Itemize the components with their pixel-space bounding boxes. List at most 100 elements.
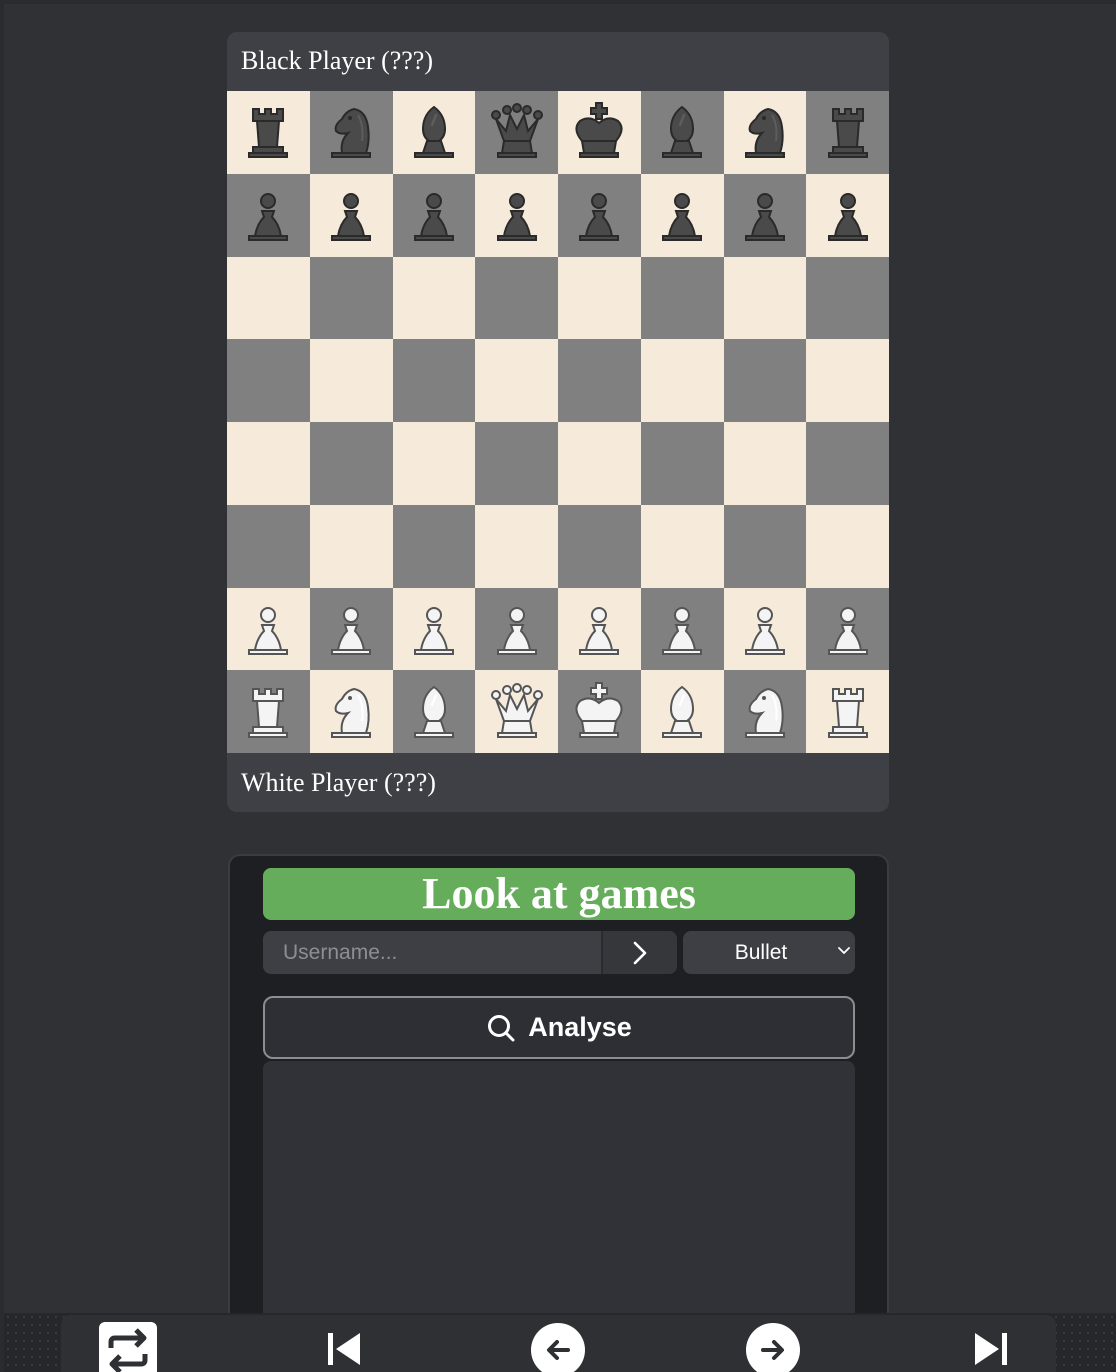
chess-board[interactable] bbox=[227, 91, 889, 753]
square-e2[interactable] bbox=[558, 587, 641, 671]
square-a5[interactable] bbox=[227, 339, 310, 422]
square-c4[interactable] bbox=[392, 422, 476, 505]
square-h6[interactable] bbox=[806, 256, 889, 340]
black-pawn-icon[interactable] bbox=[237, 184, 299, 246]
square-b7[interactable] bbox=[309, 173, 393, 257]
square-e1[interactable] bbox=[558, 670, 641, 753]
black-pawn-icon[interactable] bbox=[817, 184, 879, 246]
square-g7[interactable] bbox=[723, 173, 807, 257]
black-pawn-icon[interactable] bbox=[568, 184, 630, 246]
square-e7[interactable] bbox=[558, 173, 641, 257]
first-move-button[interactable] bbox=[319, 1329, 369, 1369]
square-g2[interactable] bbox=[723, 587, 807, 671]
square-a1[interactable] bbox=[227, 670, 310, 753]
square-c5[interactable] bbox=[392, 339, 476, 422]
square-g5[interactable] bbox=[723, 339, 807, 422]
white-knight-icon[interactable] bbox=[734, 681, 796, 743]
black-bishop-icon[interactable] bbox=[403, 101, 465, 163]
square-f5[interactable] bbox=[640, 339, 724, 422]
square-c3[interactable] bbox=[392, 504, 476, 588]
square-d8[interactable] bbox=[475, 91, 558, 174]
square-c6[interactable] bbox=[392, 256, 476, 340]
square-b4[interactable] bbox=[309, 422, 393, 505]
square-d1[interactable] bbox=[475, 670, 558, 753]
square-a4[interactable] bbox=[227, 422, 310, 505]
black-bishop-icon[interactable] bbox=[651, 101, 713, 163]
square-d3[interactable] bbox=[475, 504, 558, 588]
black-pawn-icon[interactable] bbox=[651, 184, 713, 246]
square-c1[interactable] bbox=[392, 670, 476, 753]
white-pawn-icon[interactable] bbox=[237, 598, 299, 660]
black-rook-icon[interactable] bbox=[237, 101, 299, 163]
white-rook-icon[interactable] bbox=[237, 681, 299, 743]
square-h4[interactable] bbox=[806, 422, 889, 505]
square-b1[interactable] bbox=[309, 670, 393, 753]
white-bishop-icon[interactable] bbox=[403, 681, 465, 743]
black-pawn-icon[interactable] bbox=[734, 184, 796, 246]
white-pawn-icon[interactable] bbox=[486, 598, 548, 660]
square-a3[interactable] bbox=[227, 504, 310, 588]
square-d2[interactable] bbox=[475, 587, 558, 671]
square-e8[interactable] bbox=[558, 91, 641, 174]
previous-move-button[interactable] bbox=[531, 1323, 585, 1372]
white-pawn-icon[interactable] bbox=[320, 598, 382, 660]
square-f2[interactable] bbox=[640, 587, 724, 671]
square-c8[interactable] bbox=[392, 91, 476, 174]
square-h3[interactable] bbox=[806, 504, 889, 588]
time-control-select[interactable]: Bullet bbox=[683, 931, 855, 974]
square-e5[interactable] bbox=[558, 339, 641, 422]
square-b5[interactable] bbox=[309, 339, 393, 422]
square-a7[interactable] bbox=[227, 173, 310, 257]
next-move-button[interactable] bbox=[746, 1323, 800, 1372]
white-knight-icon[interactable] bbox=[320, 681, 382, 743]
black-pawn-icon[interactable] bbox=[403, 184, 465, 246]
square-c7[interactable] bbox=[392, 173, 476, 257]
square-h2[interactable] bbox=[806, 587, 889, 671]
square-e6[interactable] bbox=[558, 256, 641, 340]
white-pawn-icon[interactable] bbox=[817, 598, 879, 660]
square-g4[interactable] bbox=[723, 422, 807, 505]
white-pawn-icon[interactable] bbox=[568, 598, 630, 660]
white-pawn-icon[interactable] bbox=[651, 598, 713, 660]
square-a2[interactable] bbox=[227, 587, 310, 671]
square-e3[interactable] bbox=[558, 504, 641, 588]
white-pawn-icon[interactable] bbox=[734, 598, 796, 660]
white-bishop-icon[interactable] bbox=[651, 681, 713, 743]
square-g8[interactable] bbox=[723, 91, 807, 174]
square-f7[interactable] bbox=[640, 173, 724, 257]
square-f6[interactable] bbox=[640, 256, 724, 340]
square-d5[interactable] bbox=[475, 339, 558, 422]
last-move-button[interactable] bbox=[966, 1329, 1016, 1369]
square-h8[interactable] bbox=[806, 91, 889, 174]
square-b2[interactable] bbox=[309, 587, 393, 671]
square-c2[interactable] bbox=[392, 587, 476, 671]
black-king-icon[interactable] bbox=[568, 101, 630, 163]
square-g1[interactable] bbox=[723, 670, 807, 753]
square-f1[interactable] bbox=[640, 670, 724, 753]
search-submit-button[interactable] bbox=[601, 931, 677, 974]
square-a6[interactable] bbox=[227, 256, 310, 340]
analyse-button[interactable]: Analyse bbox=[263, 996, 855, 1059]
square-d6[interactable] bbox=[475, 256, 558, 340]
black-knight-icon[interactable] bbox=[320, 101, 382, 163]
square-b3[interactable] bbox=[309, 504, 393, 588]
black-pawn-icon[interactable] bbox=[320, 184, 382, 246]
square-b6[interactable] bbox=[309, 256, 393, 340]
square-a8[interactable] bbox=[227, 91, 310, 174]
square-f4[interactable] bbox=[640, 422, 724, 505]
black-pawn-icon[interactable] bbox=[486, 184, 548, 246]
square-d4[interactable] bbox=[475, 422, 558, 505]
black-queen-icon[interactable] bbox=[486, 101, 548, 163]
square-f3[interactable] bbox=[640, 504, 724, 588]
username-input[interactable] bbox=[263, 931, 601, 974]
white-king-icon[interactable] bbox=[568, 681, 630, 743]
square-f8[interactable] bbox=[640, 91, 724, 174]
square-h1[interactable] bbox=[806, 670, 889, 753]
flip-board-button[interactable] bbox=[99, 1322, 157, 1372]
white-queen-icon[interactable] bbox=[486, 681, 548, 743]
square-e4[interactable] bbox=[558, 422, 641, 505]
white-rook-icon[interactable] bbox=[817, 681, 879, 743]
square-h5[interactable] bbox=[806, 339, 889, 422]
black-knight-icon[interactable] bbox=[734, 101, 796, 163]
black-rook-icon[interactable] bbox=[817, 101, 879, 163]
